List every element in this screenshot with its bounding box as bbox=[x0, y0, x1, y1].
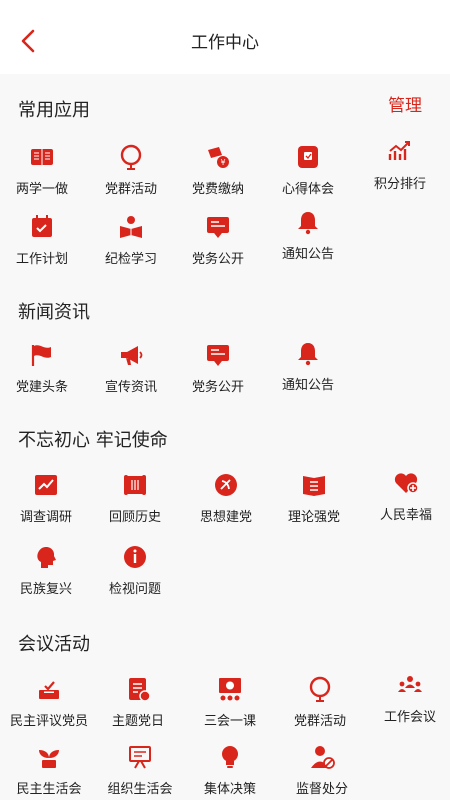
presentation-icon bbox=[219, 678, 241, 701]
calendar-icon bbox=[32, 215, 52, 237]
mission-jianshi[interactable]: 检视问题 bbox=[93, 544, 177, 597]
book-icon bbox=[31, 149, 53, 165]
mission-minzu[interactable]: 民族复兴 bbox=[4, 544, 88, 597]
mission-sixiang[interactable]: 思想建党 bbox=[184, 472, 268, 525]
flag-circle-icon bbox=[120, 144, 142, 170]
heart-plus-icon bbox=[394, 473, 419, 494]
theory-book-icon bbox=[303, 476, 325, 496]
section-title-meeting: 会议活动 bbox=[18, 634, 90, 655]
app-tongzhi[interactable]: 通知公告 bbox=[266, 209, 350, 262]
mission-huigu[interactable]: 回顾历史 bbox=[93, 472, 177, 525]
manage-button[interactable]: 管理 bbox=[388, 91, 422, 116]
news-dangjian[interactable]: 党建头条 bbox=[0, 342, 84, 395]
ranking-chart-icon bbox=[388, 141, 410, 160]
bell-icon bbox=[298, 212, 318, 235]
app-dangfei[interactable]: ¥ 党费缴纳 bbox=[176, 144, 260, 197]
app-dangwu[interactable]: 党务公开 bbox=[176, 214, 260, 267]
party-emblem-icon bbox=[215, 474, 237, 496]
page-title: 工作中心 bbox=[191, 33, 259, 53]
meeting-gongzuohuiyi[interactable]: 工作会议 bbox=[368, 672, 450, 725]
meeting-sanhuiyike[interactable]: 三会一课 bbox=[188, 676, 272, 729]
meeting-jiandu[interactable]: 监督处分 bbox=[280, 744, 364, 797]
mission-renmin[interactable]: 人民幸福 bbox=[364, 470, 448, 523]
meeting-jitijuece[interactable]: 集体决策 bbox=[188, 744, 272, 797]
easel-board-icon bbox=[129, 746, 151, 769]
trend-chart-icon bbox=[35, 475, 57, 495]
user-ban-icon bbox=[311, 746, 335, 769]
section-title-news: 新闻资讯 bbox=[18, 302, 90, 323]
info-icon bbox=[124, 546, 146, 568]
chat-board-icon bbox=[207, 217, 229, 238]
top-bar: 工作中心 bbox=[0, 0, 450, 74]
meeting-zhutidangri[interactable]: 主题党日 bbox=[96, 676, 180, 729]
app-liangxue[interactable]: 两学一做 bbox=[0, 144, 84, 197]
reading-person-icon bbox=[120, 216, 142, 238]
mission-lilun[interactable]: 理论强党 bbox=[272, 472, 356, 525]
flag-icon bbox=[31, 345, 51, 366]
meeting-zuzhishenghuo[interactable]: 组织生活会 bbox=[98, 744, 182, 797]
section-title-mission: 不忘初心 牢记使命 bbox=[18, 430, 168, 451]
scroll-icon bbox=[124, 475, 146, 495]
profile-head-icon bbox=[37, 546, 56, 568]
group-icon bbox=[398, 676, 422, 692]
plant-icon bbox=[39, 750, 59, 768]
lightbulb-icon bbox=[222, 746, 238, 768]
news-dangwu[interactable]: 党务公开 bbox=[176, 342, 260, 395]
document-badge-icon bbox=[129, 678, 151, 702]
bell-icon bbox=[298, 343, 318, 366]
ballot-box-icon bbox=[39, 681, 59, 699]
app-dangqun[interactable]: 党群活动 bbox=[89, 144, 173, 197]
news-tongzhi[interactable]: 通知公告 bbox=[266, 340, 350, 393]
meeting-dangqun[interactable]: 党群活动 bbox=[278, 676, 362, 729]
meeting-minzhupingyi[interactable]: 民主评议党员 bbox=[7, 676, 91, 729]
news-xuanchuan[interactable]: 宣传资讯 bbox=[89, 342, 173, 395]
app-jifen[interactable]: 积分排行 bbox=[358, 139, 442, 192]
mission-diaocha[interactable]: 调查调研 bbox=[4, 472, 88, 525]
party-fee-icon: ¥ bbox=[208, 147, 229, 168]
section-title-common: 常用应用 bbox=[18, 100, 90, 121]
app-jijian[interactable]: 纪检学习 bbox=[89, 214, 173, 267]
svg-text:¥: ¥ bbox=[220, 158, 225, 167]
content-area: 常用应用 管理 两学一做 党群活动 ¥ 党费缴纳 心得体会 积分排行 工作计划 … bbox=[0, 74, 450, 800]
megaphone-icon bbox=[121, 346, 143, 365]
app-gongzuojihua[interactable]: 工作计划 bbox=[0, 214, 84, 267]
chat-board-icon bbox=[207, 345, 229, 366]
notebook-icon bbox=[298, 146, 318, 168]
meeting-minzhushenghuo[interactable]: 民主生活会 bbox=[7, 744, 91, 797]
app-xinde[interactable]: 心得体会 bbox=[266, 144, 350, 197]
flag-circle-icon bbox=[309, 676, 331, 702]
